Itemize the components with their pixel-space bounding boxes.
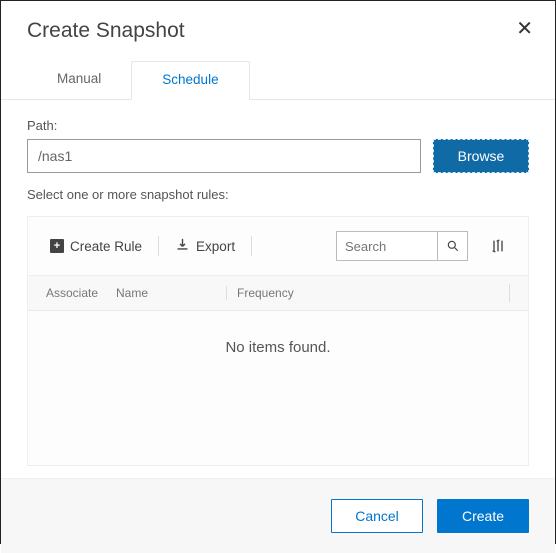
download-icon bbox=[175, 237, 190, 255]
path-input[interactable] bbox=[27, 139, 421, 173]
dialog-footer: Cancel Create bbox=[1, 478, 555, 553]
path-row: Browse bbox=[27, 139, 529, 173]
export-button[interactable]: Export bbox=[171, 237, 239, 255]
create-rule-label: Create Rule bbox=[70, 239, 142, 254]
browse-button[interactable]: Browse bbox=[433, 139, 529, 173]
tab-schedule[interactable]: Schedule bbox=[131, 61, 249, 100]
create-button[interactable]: Create bbox=[437, 499, 529, 533]
rules-hint: Select one or more snapshot rules: bbox=[27, 187, 529, 202]
create-snapshot-dialog: Create Snapshot ✕ Manual Schedule Path: … bbox=[0, 0, 556, 544]
search-input[interactable] bbox=[337, 232, 437, 260]
plus-icon: + bbox=[50, 239, 64, 253]
cancel-button[interactable]: Cancel bbox=[331, 499, 423, 533]
columns-icon bbox=[490, 238, 506, 254]
dialog-title: Create Snapshot bbox=[27, 19, 185, 43]
tabs: Manual Schedule bbox=[1, 61, 555, 100]
path-label: Path: bbox=[27, 118, 529, 133]
toolbar-divider-2 bbox=[251, 236, 252, 256]
search-icon bbox=[446, 239, 460, 253]
col-frequency[interactable]: Frequency bbox=[226, 286, 510, 300]
columns-button[interactable] bbox=[484, 232, 512, 260]
rules-panel: + Create Rule Export bbox=[27, 216, 529, 466]
search-wrap bbox=[336, 231, 468, 261]
empty-state: No items found. bbox=[28, 311, 528, 465]
col-associate[interactable]: Associate bbox=[46, 286, 116, 300]
toolbar-divider bbox=[158, 236, 159, 256]
close-icon[interactable]: ✕ bbox=[516, 19, 533, 39]
dialog-header: Create Snapshot ✕ bbox=[1, 1, 555, 43]
search-button[interactable] bbox=[437, 232, 467, 260]
col-name[interactable]: Name bbox=[116, 286, 226, 300]
rules-table-header: Associate Name Frequency bbox=[28, 275, 528, 311]
rules-toolbar: + Create Rule Export bbox=[28, 217, 528, 275]
export-label: Export bbox=[196, 239, 235, 254]
dialog-body: Path: Browse Select one or more snapshot… bbox=[1, 100, 555, 466]
create-rule-button[interactable]: + Create Rule bbox=[46, 239, 146, 254]
tab-manual[interactable]: Manual bbox=[27, 61, 131, 99]
